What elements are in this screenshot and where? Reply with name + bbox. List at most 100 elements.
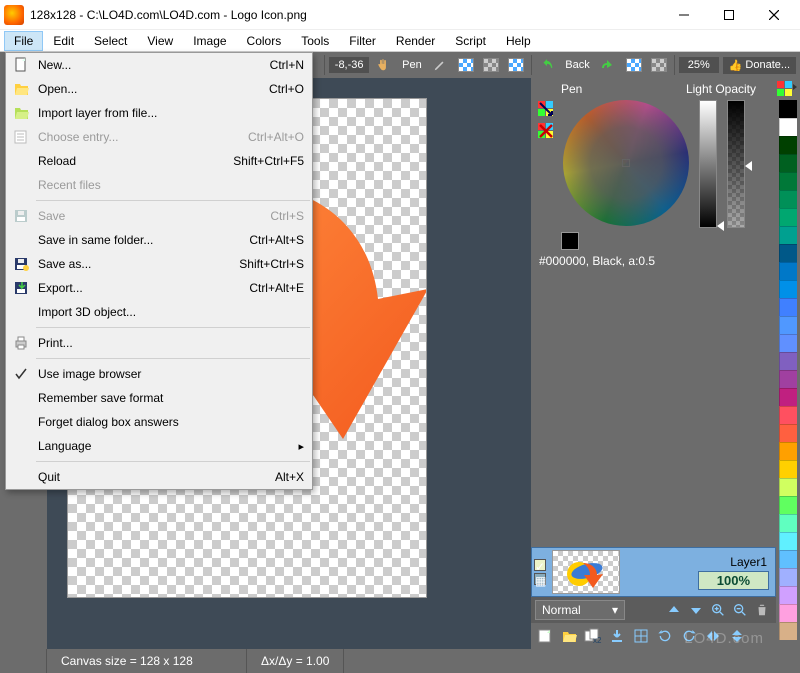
swatch[interactable]: [779, 568, 797, 586]
new-layer-icon[interactable]: [535, 626, 555, 646]
file-menu-item[interactable]: Open...Ctrl+O: [6, 77, 312, 101]
duplicate-layer-icon[interactable]: x2: [583, 626, 603, 646]
swatch[interactable]: [779, 532, 797, 550]
menu-colors[interactable]: Colors: [237, 31, 292, 51]
swatch[interactable]: [779, 298, 797, 316]
trash-icon[interactable]: [752, 600, 772, 620]
file-menu-item[interactable]: Export...Ctrl+Alt+E: [6, 276, 312, 300]
layer-name[interactable]: Layer1: [728, 555, 769, 569]
menu-image[interactable]: Image: [183, 31, 236, 51]
swatch[interactable]: [779, 514, 797, 532]
file-menu-item[interactable]: Import 3D object...: [6, 300, 312, 324]
swatch[interactable]: [779, 280, 797, 298]
rotate-ccw-icon[interactable]: [679, 626, 699, 646]
swatch[interactable]: [779, 622, 797, 640]
zoom-in-icon[interactable]: [708, 600, 728, 620]
checker-1-icon[interactable]: [454, 54, 477, 76]
swatch[interactable]: [779, 370, 797, 388]
blend-mode-dropdown[interactable]: Normal▾: [535, 600, 625, 620]
swatch[interactable]: [779, 226, 797, 244]
back-label[interactable]: Back: [559, 59, 595, 71]
flip-h-icon[interactable]: [703, 626, 723, 646]
opacity-knob[interactable]: [745, 161, 752, 171]
minimize-button[interactable]: [661, 0, 706, 30]
zoom-out-icon[interactable]: [730, 600, 750, 620]
file-menu-item[interactable]: Remember save format: [6, 386, 312, 410]
layer-row[interactable]: ✓▦ Layer1 100%: [531, 547, 776, 597]
opacity-slider[interactable]: [727, 100, 745, 228]
file-menu-item[interactable]: Forget dialog box answers: [6, 410, 312, 434]
swatch[interactable]: [779, 406, 797, 424]
close-button[interactable]: [751, 0, 796, 30]
palette-switch-icon[interactable]: [537, 100, 557, 118]
swatch[interactable]: [779, 352, 797, 370]
checker-5-icon[interactable]: [647, 54, 670, 76]
swatch[interactable]: [779, 334, 797, 352]
menu-edit[interactable]: Edit: [43, 31, 84, 51]
checker-3-icon[interactable]: [505, 54, 528, 76]
file-menu-item[interactable]: Save as...Shift+Ctrl+S: [6, 252, 312, 276]
swatch[interactable]: [779, 478, 797, 496]
swatch[interactable]: [779, 136, 797, 154]
menu-file[interactable]: File: [4, 31, 43, 51]
center-layer-icon[interactable]: [631, 626, 651, 646]
menu-select[interactable]: Select: [84, 31, 137, 51]
menu-filter[interactable]: Filter: [339, 31, 386, 51]
lightness-slider[interactable]: [699, 100, 717, 228]
swatch[interactable]: [779, 442, 797, 460]
swatch[interactable]: [779, 586, 797, 604]
layer-thumbnail[interactable]: [552, 550, 620, 594]
swatch[interactable]: [779, 460, 797, 478]
swatch[interactable]: [779, 262, 797, 280]
pen-icon[interactable]: [429, 54, 452, 76]
lightness-knob[interactable]: [717, 221, 724, 231]
rotate-cw-icon[interactable]: [655, 626, 675, 646]
donate-button[interactable]: 👍Donate...: [723, 57, 796, 74]
file-menu-item[interactable]: Import layer from file...: [6, 101, 312, 125]
swatch[interactable]: [779, 190, 797, 208]
swatch[interactable]: [779, 154, 797, 172]
open-layer-icon[interactable]: [559, 626, 579, 646]
swatch[interactable]: [779, 100, 797, 118]
swatch[interactable]: [779, 550, 797, 568]
swatch[interactable]: [779, 172, 797, 190]
undo-icon[interactable]: [535, 54, 558, 76]
swatch[interactable]: [779, 604, 797, 622]
color-wheel[interactable]: [563, 100, 689, 226]
file-menu-item[interactable]: Print...: [6, 331, 312, 355]
file-menu-item[interactable]: Use image browser: [6, 362, 312, 386]
layer-up-icon[interactable]: [664, 600, 684, 620]
checker-4-icon[interactable]: [622, 54, 645, 76]
current-color-swatch[interactable]: [561, 232, 579, 250]
menu-view[interactable]: View: [137, 31, 183, 51]
checker-2-icon[interactable]: [479, 54, 502, 76]
palette-reset-icon[interactable]: [537, 122, 557, 140]
file-menu-item[interactable]: Language: [6, 434, 312, 458]
swatch[interactable]: [779, 244, 797, 262]
menu-tools[interactable]: Tools: [291, 31, 339, 51]
hand-tool-icon[interactable]: [372, 54, 395, 76]
layer-opacity[interactable]: 100%: [698, 571, 769, 590]
file-menu-item[interactable]: ReloadShift+Ctrl+F5: [6, 149, 312, 173]
menu-render[interactable]: Render: [386, 31, 445, 51]
color-wheel-marker[interactable]: [622, 159, 630, 167]
maximize-button[interactable]: [706, 0, 751, 30]
menu-help[interactable]: Help: [496, 31, 541, 51]
swatch[interactable]: [779, 208, 797, 226]
menu-script[interactable]: Script: [445, 31, 496, 51]
layer-visibility-toggles[interactable]: ✓▦: [534, 559, 546, 585]
swatch[interactable]: [779, 496, 797, 514]
merge-down-icon[interactable]: [607, 626, 627, 646]
zoom-display[interactable]: 25%: [679, 57, 719, 73]
file-menu-item[interactable]: New...Ctrl+N: [6, 53, 312, 77]
layer-down-icon[interactable]: [686, 600, 706, 620]
file-menu-item[interactable]: Save in same folder...Ctrl+Alt+S: [6, 228, 312, 252]
swatch[interactable]: [779, 424, 797, 442]
swatch[interactable]: [779, 118, 797, 136]
swatch[interactable]: [779, 388, 797, 406]
redo-icon[interactable]: [597, 54, 620, 76]
flip-v-icon[interactable]: [727, 626, 747, 646]
file-menu-item[interactable]: QuitAlt+X: [6, 465, 312, 489]
swatch-menu-icon[interactable]: [776, 80, 798, 98]
swatch[interactable]: [779, 316, 797, 334]
